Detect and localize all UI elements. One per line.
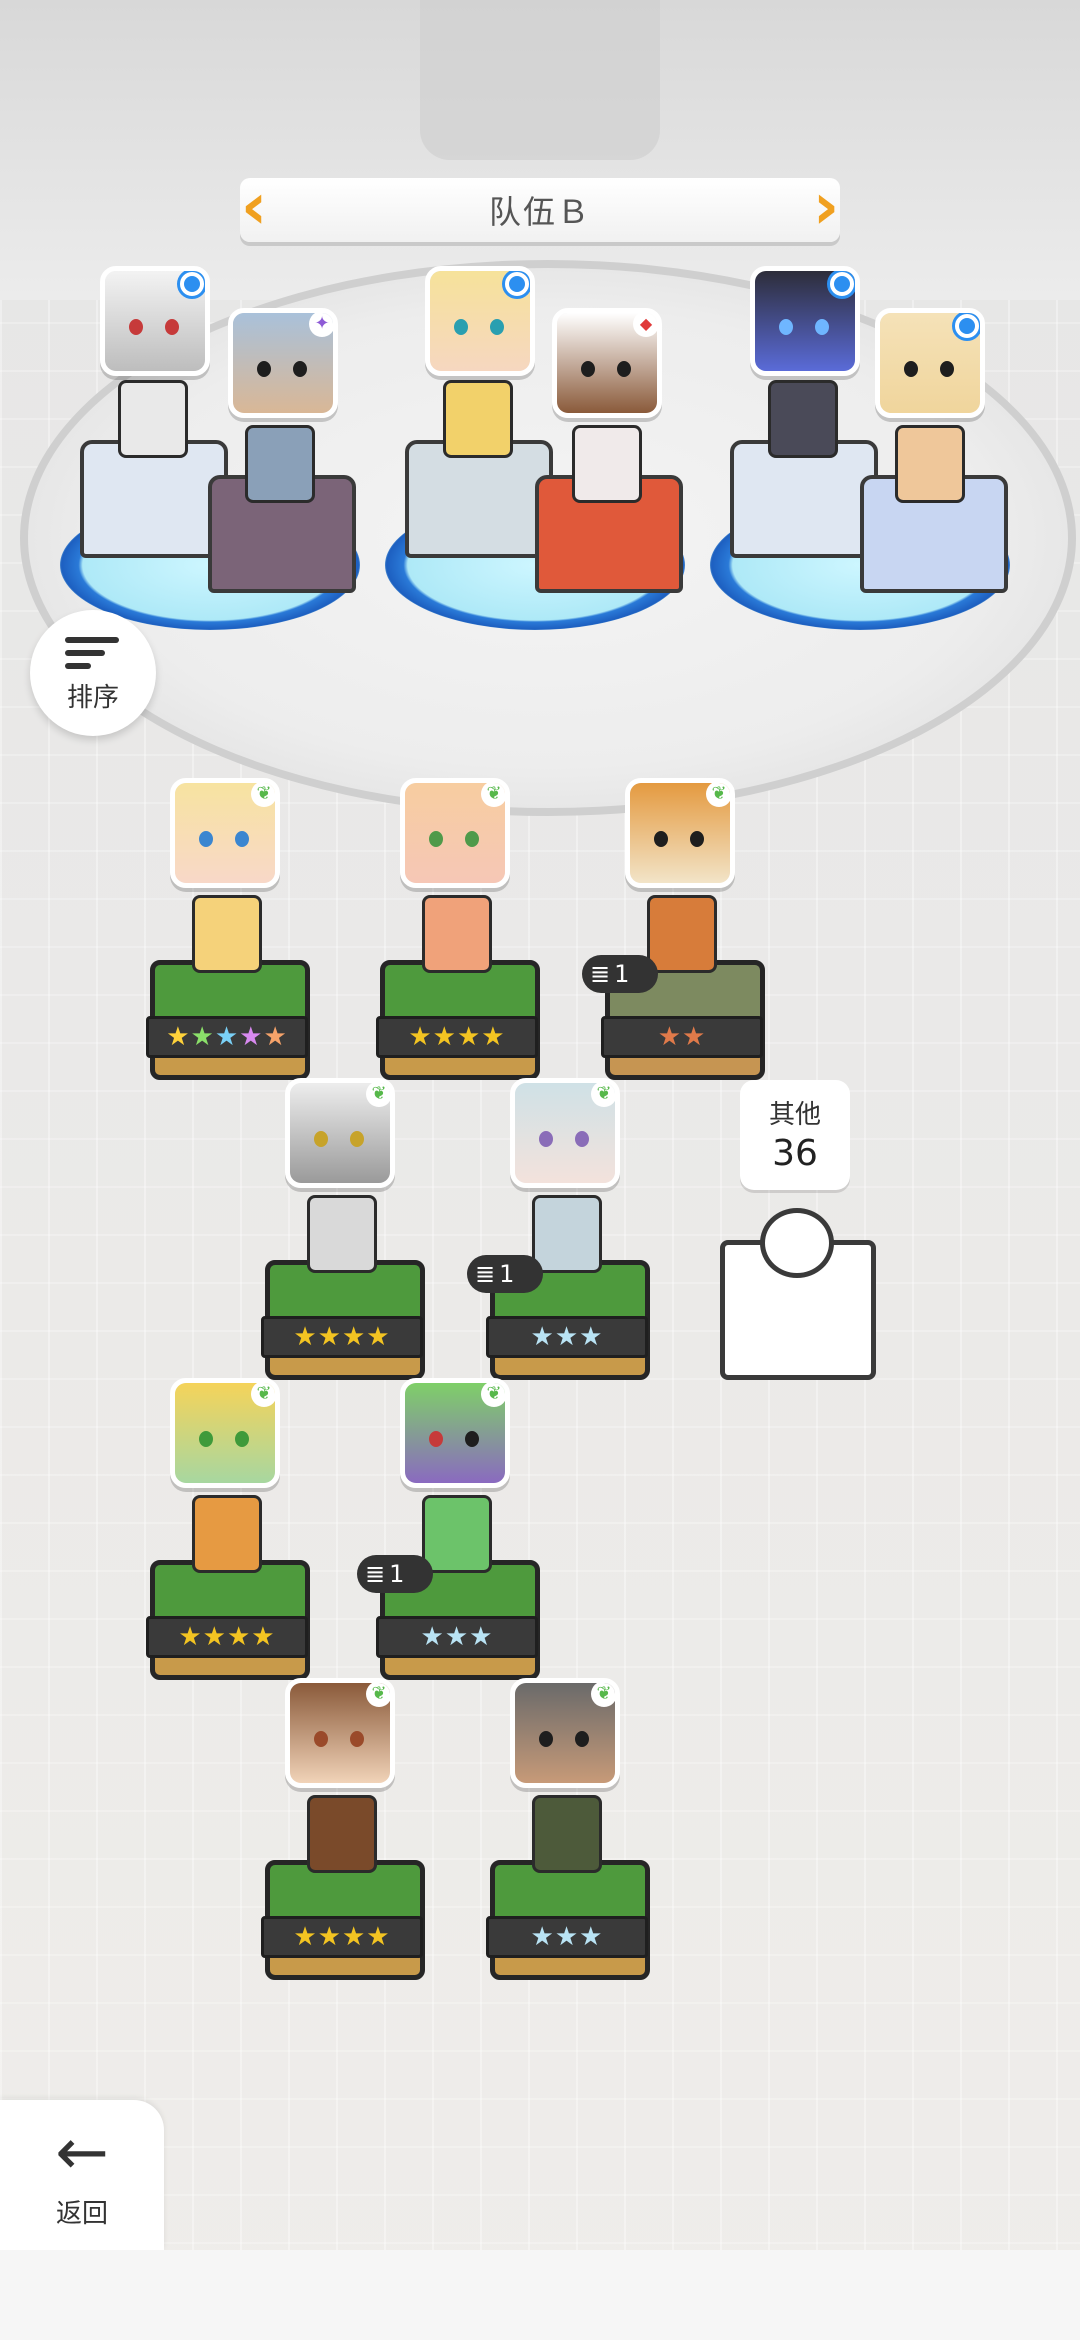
team-title: 队伍Ｂ: [488, 193, 591, 231]
leaf-icon: ❦: [251, 1383, 275, 1407]
leaf-icon: ❦: [481, 783, 505, 807]
duplicate-badge: ≣ 1: [467, 1255, 543, 1293]
back-button[interactable]: ← 返回: [0, 2100, 164, 2250]
sort-label: 排序: [66, 682, 119, 713]
roster-sprite: [422, 895, 492, 973]
leaf-icon: ❦: [591, 1683, 615, 1707]
team-portrait-old-sage[interactable]: ✦: [228, 308, 338, 418]
roster-sprite: [307, 1195, 377, 1273]
team-sprite-old-sage[interactable]: [245, 425, 315, 503]
roster-sprite: [532, 1795, 602, 1873]
prev-team-chevron-icon[interactable]: ‹: [234, 175, 274, 242]
roster-portrait-pink-girl[interactable]: ❦: [400, 778, 510, 888]
selected-dot-icon: [177, 271, 205, 299]
star-rating: ★★: [601, 1016, 763, 1058]
team-portrait-blonde-cleric[interactable]: [425, 266, 535, 376]
leaf-icon: ❦: [366, 1683, 390, 1707]
selected-dot-icon: [502, 271, 530, 299]
team-sprite-horned-beast[interactable]: [895, 425, 965, 503]
selected-dot-icon: [952, 313, 980, 341]
roster-portrait-white-tiger[interactable]: ❦: [285, 1078, 395, 1188]
back-label: 返回: [55, 2198, 108, 2229]
team-portrait-horned-beast[interactable]: [875, 308, 985, 418]
roster-portrait-fox-beast[interactable]: ❦: [625, 778, 735, 888]
star-rating: ★ ★ ★ ★ ★: [146, 1016, 308, 1058]
others-bubble[interactable]: 其他 36: [740, 1080, 850, 1190]
roster-portrait-silver-hair-girl[interactable]: ❦: [510, 1078, 620, 1188]
selected-dot-icon: [827, 271, 855, 299]
team-portrait-hooded-priestess[interactable]: ◆: [552, 308, 662, 418]
star-rating: ★★★★: [376, 1016, 538, 1058]
others-count: 36: [772, 1133, 818, 1174]
roster-portrait-fox-kid[interactable]: ❦: [170, 1378, 280, 1488]
leaf-icon: ❦: [366, 1083, 390, 1107]
throne-decoration: [420, 0, 660, 160]
back-arrow-icon: ←: [55, 2115, 109, 2190]
roster-sprite: [192, 895, 262, 973]
sort-button[interactable]: 排序: [30, 610, 156, 736]
leaf-icon: ❦: [706, 783, 730, 807]
roster-sprite: [192, 1495, 262, 1573]
team-portrait-dark-dragon[interactable]: [750, 266, 860, 376]
card-stack-icon: ≣: [365, 1560, 386, 1588]
leaf-icon: ❦: [251, 783, 275, 807]
star-rating: ★★★: [376, 1616, 538, 1658]
leaf-icon: ❦: [481, 1383, 505, 1407]
duplicate-badge: ≣ 1: [582, 955, 658, 993]
card-stack-icon: ≣: [590, 960, 611, 988]
star-rating: ★★★★: [146, 1616, 308, 1658]
star-rating: ★★★★: [261, 1316, 423, 1358]
roster-portrait-brown-hair-girl[interactable]: ❦: [285, 1678, 395, 1788]
leaf-icon: ❦: [591, 1083, 615, 1107]
sort-icon: [65, 633, 121, 673]
team-sprite-blonde-cleric[interactable]: [443, 380, 513, 458]
roster-sprite: [422, 1495, 492, 1573]
next-team-chevron-icon[interactable]: ›: [806, 175, 846, 242]
sparkle-icon: ✦: [309, 313, 333, 337]
roster-portrait-green-goblin[interactable]: ❦: [400, 1378, 510, 1488]
team-sprite-wolf-knight[interactable]: [118, 380, 188, 458]
roster-portrait-bearded-man[interactable]: ❦: [510, 1678, 620, 1788]
team-sprite-hooded-priestess[interactable]: [572, 425, 642, 503]
placeholder-silhouette-icon: [760, 1208, 834, 1278]
roster-portrait-blonde-girl[interactable]: ❦: [170, 778, 280, 888]
duplicate-badge: ≣ 1: [357, 1555, 433, 1593]
others-label: 其他: [768, 1100, 821, 1130]
bottom-bar: [0, 2250, 1080, 2340]
team-selector: ‹ 队伍Ｂ ›: [240, 175, 840, 242]
star-rating: ★★★: [486, 1916, 648, 1958]
team-portrait-wolf-knight[interactable]: [100, 266, 210, 376]
card-stack-icon: ≣: [475, 1260, 496, 1288]
star-rating: ★★★★: [261, 1916, 423, 1958]
roster-sprite: [307, 1795, 377, 1873]
team-sprite-dark-dragon[interactable]: [768, 380, 838, 458]
star-rating: ★★★: [486, 1316, 648, 1358]
diamond-icon: ◆: [633, 313, 657, 337]
roster-sprite: [532, 1195, 602, 1273]
roster-sprite: [647, 895, 717, 973]
